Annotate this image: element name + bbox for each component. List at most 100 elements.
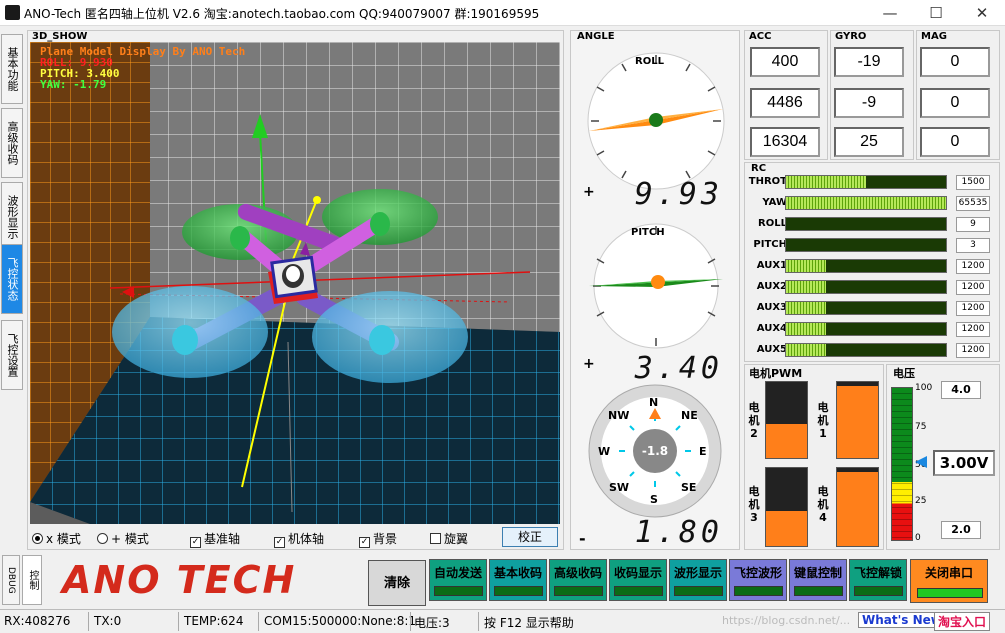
check-icon: ✓: [190, 537, 201, 548]
flight-unlock-button[interactable]: 飞控解锁: [849, 559, 907, 601]
tab-flight-settings[interactable]: 飞控设置: [1, 320, 23, 390]
base-axis-label: 基准轴: [204, 532, 241, 546]
motor-3-bar: [765, 467, 808, 547]
gyro-z-value: 25: [834, 127, 904, 157]
background-checkbox[interactable]: ✓ 背景: [359, 530, 397, 548]
x-mode-radio[interactable]: x 模式: [32, 530, 81, 547]
ano-tech-logo: ANO TECH: [62, 558, 297, 602]
minimize-button[interactable]: —: [867, 0, 913, 26]
plus-mode-radio[interactable]: + 模式: [97, 530, 149, 547]
rotor-label: 旋翼: [444, 532, 469, 546]
x-mode-label: x 模式: [46, 532, 81, 546]
status-indicator: [494, 586, 543, 596]
voltage-tick-75: 75: [915, 422, 927, 432]
rc-label-aux1: AUX1: [756, 260, 787, 271]
rc-value-pitch: 3: [956, 238, 990, 253]
flight-unlock-label: 飞控解锁: [853, 566, 902, 580]
taobao-entry-link[interactable]: 淘宝入口: [934, 612, 991, 631]
rc-value-aux4: 1200: [956, 322, 990, 337]
pitch-attitude-gauge: [589, 223, 723, 349]
keyboard-mouse-control-button[interactable]: 键鼠控制: [789, 559, 847, 601]
gyro-panel: GYRO -19 -9 25: [830, 30, 914, 160]
waveform-display-button[interactable]: 波形显示: [669, 559, 727, 601]
pitch-sign: +: [583, 356, 595, 372]
tab-advanced-receive[interactable]: 高级收码: [1, 108, 23, 178]
close-port-button[interactable]: 关闭串口: [910, 559, 988, 603]
rc-bar-aux3: [785, 301, 947, 315]
rc-bar-throt: [785, 175, 947, 189]
basic-receive-button[interactable]: 基本收码: [489, 559, 547, 601]
voltage-status: 电压:3: [414, 616, 450, 630]
mag-x-value: 0: [920, 47, 990, 77]
rc-bar-yaw: [785, 196, 947, 210]
motor-fill: [766, 510, 807, 546]
status-bar: RX:408276 TX:0 TEMP:624 COM15:500000:Non…: [0, 609, 1005, 633]
rc-title: RC: [751, 163, 767, 174]
compass-w: W: [598, 445, 611, 458]
flight-waveform-button[interactable]: 飞控波形: [729, 559, 787, 601]
gyro-x-value: -19: [834, 47, 904, 77]
calibrate-button[interactable]: 校正: [502, 527, 558, 547]
rc-label-pitch: PITCH: [753, 239, 787, 250]
clear-button[interactable]: 清除: [368, 560, 426, 606]
radio-indicator: [32, 533, 43, 544]
voltage-tick-25: 25: [915, 496, 927, 506]
rc-value-aux3: 1200: [956, 301, 990, 316]
tab-waveform[interactable]: 波形显示: [1, 182, 23, 252]
compass-se: SE: [681, 481, 697, 494]
auto-send-button[interactable]: 自动发送: [429, 559, 487, 601]
rc-bar-aux1: [785, 259, 947, 273]
yaw-readout: YAW: -1.79: [40, 78, 107, 91]
mag-y-value: 0: [920, 88, 990, 118]
3d-viewport[interactable]: Plane Model Display By ANO Tech ROLL: 9.…: [30, 42, 560, 524]
roll-sign: +: [583, 184, 595, 200]
advanced-receive-button[interactable]: 高级收码: [549, 559, 607, 601]
auto-send-label: 自动发送: [433, 566, 482, 580]
receive-display-label: 收码显示: [613, 566, 662, 580]
background-label: 背景: [373, 532, 398, 546]
compass-e: E: [699, 445, 707, 458]
status-indicator: [734, 586, 783, 596]
whats-new-link[interactable]: What's New: [858, 612, 946, 628]
radio-indicator: [97, 533, 108, 544]
gyro-title: GYRO: [835, 31, 867, 42]
rc-bar-aux2: [785, 280, 947, 294]
voltage-tick-100: 100: [915, 383, 933, 393]
title-bar: ANO-Tech 匿名四轴上位机 V2.6 淘宝:anotech.taobao.…: [0, 0, 1005, 26]
status-indicator: [434, 586, 483, 596]
body-axis-checkbox[interactable]: ✓ 机体轴: [274, 530, 324, 548]
motor-4-label: 电机4: [817, 485, 829, 524]
receive-display-button[interactable]: 收码显示: [609, 559, 667, 601]
rc-value-aux5: 1200: [956, 343, 990, 358]
voltage-max-box: 4.0: [941, 381, 981, 399]
motor-2-bar: [765, 381, 808, 459]
voltage-panel: 电压 100 75 50 25 0 4.0 3.00V 2.0: [886, 364, 1000, 550]
motor-fill: [837, 471, 878, 546]
base-axis-checkbox[interactable]: ✓ 基准轴: [190, 530, 240, 548]
tab-control[interactable]: 控制: [22, 555, 42, 605]
rc-bar-pitch: [785, 238, 947, 252]
tab-debug[interactable]: DBUG: [2, 555, 20, 605]
close-button[interactable]: ✕: [959, 0, 1005, 26]
mag-panel: MAG 0 0 0: [916, 30, 1000, 160]
rc-bar-aux4: [785, 322, 947, 336]
rc-bar-fill: [786, 302, 826, 314]
rc-value-roll: 9: [956, 217, 990, 232]
bottom-tab-strip: DBUG 控制: [0, 553, 44, 608]
maximize-button[interactable]: ☐: [913, 0, 959, 26]
rc-bar-fill: [786, 281, 826, 293]
left-tab-strip: 基本功能 高级收码 波形显示 飞控状态 飞控设置: [0, 28, 24, 548]
rc-label-throt: THROT: [748, 176, 787, 187]
rc-label-roll: ROLL: [758, 218, 787, 229]
rx-count: RX:408276: [4, 614, 71, 628]
rc-value-yaw: 65535: [956, 196, 990, 211]
motor-1-label: 电机1: [817, 401, 829, 440]
tab-basic-functions[interactable]: 基本功能: [1, 34, 23, 104]
voltage-gauge: [891, 387, 913, 541]
keyboard-mouse-control-label: 键鼠控制: [793, 566, 842, 580]
tab-flight-status[interactable]: 飞控状态: [1, 244, 23, 314]
rotor-checkbox[interactable]: 旋翼: [430, 530, 468, 547]
rc-bar-fill: [786, 176, 866, 188]
angle-panel: ANGLE ROLL + 9.93 PITCH + 3.40 N NE E SE…: [570, 30, 740, 550]
status-indicator: [794, 586, 843, 596]
